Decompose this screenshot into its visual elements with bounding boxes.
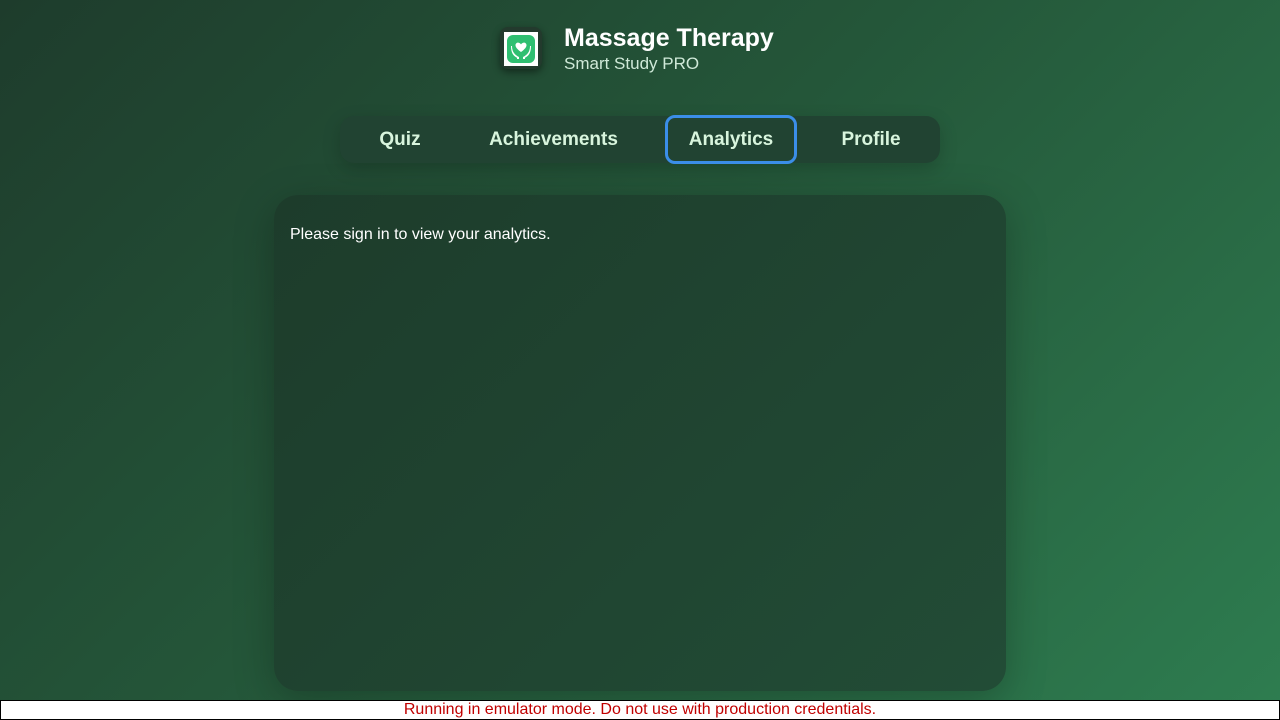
hands-holding-heart-icon [507,35,535,63]
analytics-panel: Please sign in to view your analytics. [274,195,1006,691]
sign-in-message: Please sign in to view your analytics. [290,226,551,243]
app-logo [500,27,542,69]
tab-quiz[interactable]: Quiz [378,116,422,163]
app-title: Massage Therapy [564,24,774,52]
logo-badge [504,32,538,66]
app-header: Massage Therapy Smart Study PRO [500,24,774,74]
app-titles: Massage Therapy Smart Study PRO [564,24,774,74]
tab-achievements[interactable]: Achievements [480,116,627,163]
app-subtitle: Smart Study PRO [564,54,700,73]
tab-analytics[interactable]: Analytics [665,115,797,164]
tab-profile[interactable]: Profile [838,116,904,163]
main-tab-bar: Quiz Achievements Analytics Profile [340,115,940,164]
emulator-warning-banner: Running in emulator mode. Do not use wit… [0,700,1280,720]
